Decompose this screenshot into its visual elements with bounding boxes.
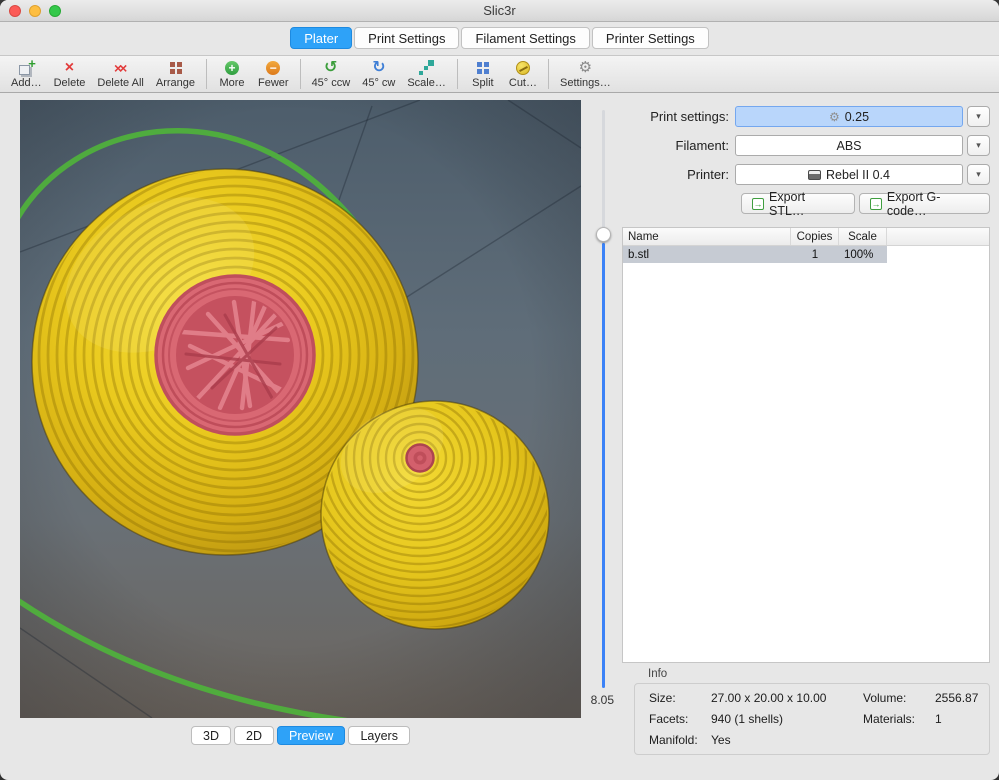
export-box-icon [752,198,764,210]
column-header-filler [887,228,989,245]
manifold-value: Yes [711,733,863,747]
rotate-cw-button[interactable]: 45° cw [357,59,400,90]
tab-2d[interactable]: 2D [234,726,274,745]
tab-3d[interactable]: 3D [191,726,231,745]
zoom-icon[interactable] [49,5,61,17]
more-button[interactable]: More [213,59,251,90]
info-group: Size: 27.00 x 20.00 x 10.00 Volume: 2556… [634,683,990,755]
info-group-title: Info [648,668,990,680]
column-header-name: Name [623,228,791,245]
settings-button[interactable]: Settings… [555,59,616,90]
tab-layers[interactable]: Layers [348,726,410,745]
facets-value: 940 (1 shells) [711,712,863,726]
manifold-label: Manifold: [649,733,711,747]
fewer-button[interactable]: Fewer [253,59,294,90]
tab-print-settings[interactable]: Print Settings [354,27,459,49]
slic3r-window: Slic3r Plater Print Settings Filament Se… [0,0,999,780]
preview-scene [20,100,581,718]
chevron-down-icon [976,140,981,151]
cut-button[interactable]: Cut… [504,59,542,90]
gear-icon [829,111,840,123]
slider-thumb[interactable] [596,227,611,242]
table-row[interactable]: b.stl 1 100% [623,246,989,263]
scale-button[interactable]: Scale… [402,59,451,90]
layer-height-value: 8.05 [578,693,614,707]
delete-all-icon [114,61,127,75]
printer-icon [808,170,821,180]
delete-button[interactable]: Delete [49,59,91,90]
close-icon[interactable] [9,5,21,17]
plater-toolbar: Add… Delete Delete All Arrange More Fewe… [0,55,999,93]
print-settings-label: Print settings: [622,109,735,124]
add-icon [19,61,34,75]
toolbar-separator [457,59,458,89]
settings-icon [579,60,592,75]
minimize-icon[interactable] [29,5,41,17]
arrange-button[interactable]: Arrange [151,59,200,90]
chevron-down-icon [976,111,981,122]
cut-icon [516,61,530,75]
slider-fill [602,243,605,688]
print-settings-dropdown-button[interactable] [967,106,990,127]
window-title: Slic3r [483,3,516,18]
rotate-ccw-icon [324,60,337,76]
materials-label: Materials: [863,712,935,726]
column-header-scale: Scale [839,228,887,245]
size-label: Size: [649,691,711,705]
fewer-icon [266,61,280,75]
chevron-down-icon [976,169,981,180]
tab-preview[interactable]: Preview [277,726,345,745]
volume-value: 2556.87 [935,691,981,705]
tab-plater[interactable]: Plater [290,27,352,49]
toolbar-separator [206,59,207,89]
filament-label: Filament: [622,138,735,153]
delete-all-button[interactable]: Delete All [92,59,148,90]
facets-label: Facets: [649,712,711,726]
volume-label: Volume: [863,691,935,705]
column-header-copies: Copies [791,228,839,245]
materials-value: 1 [935,712,981,726]
arrange-icon [169,61,182,74]
filament-dropdown-button[interactable] [967,135,990,156]
object-list-header: Name Copies Scale [623,228,989,246]
printer-label: Printer: [622,167,735,182]
print-settings-combo[interactable]: 0.25 [735,106,963,127]
more-icon [225,61,239,75]
view-mode-tabs: 3D 2D Preview Layers [20,726,581,745]
export-gcode-button[interactable]: Export G-code… [859,193,990,214]
filament-combo[interactable]: ABS [735,135,963,156]
rotate-ccw-button[interactable]: 45° ccw [307,59,356,90]
tab-printer-settings[interactable]: Printer Settings [592,27,709,49]
size-value: 27.00 x 20.00 x 10.00 [711,691,863,705]
export-stl-button[interactable]: Export STL… [741,193,855,214]
export-box-icon [870,198,882,210]
tab-filament-settings[interactable]: Filament Settings [461,27,589,49]
settings-panel: Print settings: 0.25 Filament: ABS Print… [622,106,990,755]
delete-icon [65,60,74,76]
toolbar-separator [548,59,549,89]
main-tabs: Plater Print Settings Filament Settings … [0,27,999,49]
toolbar-separator [300,59,301,89]
titlebar: Slic3r [0,0,999,22]
viewport-3d[interactable] [20,100,581,718]
scale-icon [419,60,434,75]
rotate-cw-icon [372,60,385,76]
window-controls [9,5,61,17]
split-button[interactable]: Split [464,59,502,90]
layer-slider[interactable] [596,110,610,688]
split-icon [476,61,489,74]
printer-combo[interactable]: Rebel II 0.4 [735,164,963,185]
printer-dropdown-button[interactable] [967,164,990,185]
object-list[interactable]: Name Copies Scale b.stl 1 100% [622,227,990,663]
add-button[interactable]: Add… [6,59,47,90]
